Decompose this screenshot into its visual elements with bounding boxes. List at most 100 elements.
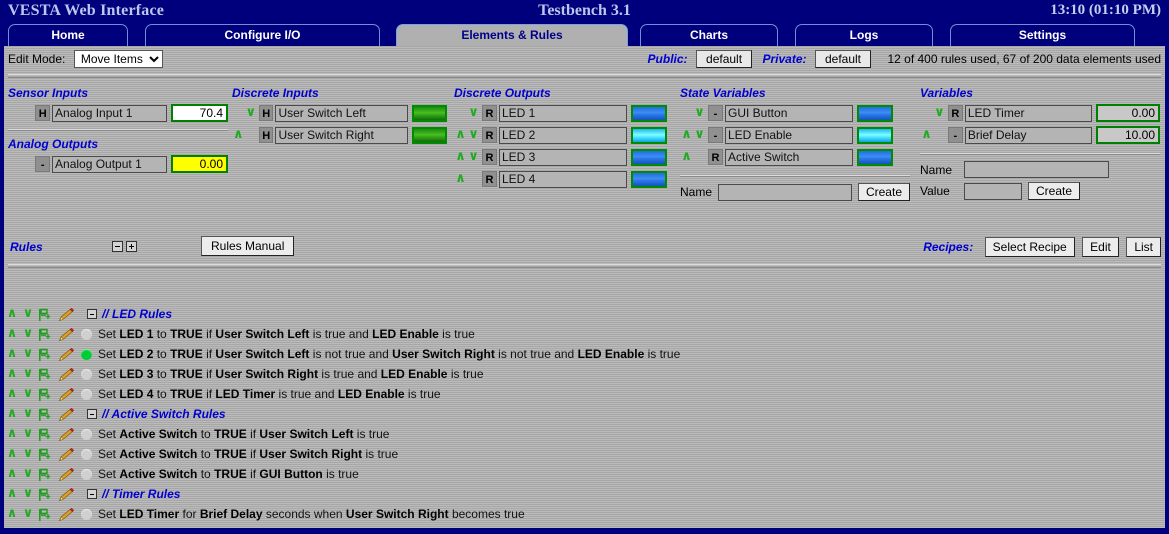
public-profile-button[interactable]: default [696,50,753,68]
move-down-icon[interactable]: ∨ [244,104,256,122]
insert-rule-icon[interactable] [36,366,53,382]
rule-move-up-icon[interactable]: ∧ [4,426,20,442]
element-flag-button[interactable]: - [708,105,723,121]
expand-all-icon[interactable] [126,241,137,252]
insert-rule-icon[interactable] [36,346,53,362]
tab-settings[interactable]: Settings [950,24,1135,46]
tab-elements-rules[interactable]: Elements & Rules [396,24,628,46]
element-value-input[interactable]: 0.00 [171,155,228,173]
insert-rule-icon[interactable] [36,406,53,422]
move-down-icon[interactable]: ∨ [467,148,480,166]
move-up-icon[interactable]: ∧ [454,126,467,144]
rule-status-dot[interactable] [81,448,92,460]
move-down-icon[interactable]: ∨ [933,104,946,122]
element-name-input[interactable]: LED 1 [499,104,627,122]
rule-move-up-icon[interactable]: ∧ [4,366,20,382]
private-profile-button[interactable]: default [814,50,872,68]
element-flag-button[interactable]: - [947,127,963,143]
status-indicator-led[interactable] [631,148,667,166]
element-value-input[interactable]: 70.4 [171,104,228,122]
edit-rule-pencil-icon[interactable] [53,486,79,502]
move-up-icon[interactable]: ∧ [680,126,693,144]
move-up-icon[interactable]: ∧ [454,148,467,166]
rule-move-down-icon[interactable]: ∨ [20,346,36,362]
rule-status-dot[interactable] [81,328,92,340]
edit-rule-pencil-icon[interactable] [53,406,79,422]
element-name-input[interactable]: LED 3 [499,148,627,166]
insert-rule-icon[interactable] [36,506,53,522]
edit-rule-pencil-icon[interactable] [53,346,79,362]
edit-mode-select[interactable]: Move Items [73,50,163,68]
edit-recipe-button[interactable]: Edit [1082,237,1119,257]
edit-rule-pencil-icon[interactable] [53,466,79,482]
rule-move-down-icon[interactable]: ∨ [20,326,36,342]
insert-rule-icon[interactable] [36,386,53,402]
element-name-input[interactable]: User Switch Right [275,126,409,144]
list-recipe-button[interactable]: List [1126,237,1161,257]
tab-logs[interactable]: Logs [795,24,933,46]
edit-rule-pencil-icon[interactable] [53,506,79,522]
element-flag-button[interactable]: H [35,105,51,121]
rule-move-down-icon[interactable]: ∨ [20,386,36,402]
rule-move-up-icon[interactable]: ∧ [4,406,20,422]
status-indicator-led[interactable] [412,126,447,144]
edit-rule-pencil-icon[interactable] [53,526,79,528]
collapse-all-icon[interactable] [112,241,123,252]
move-up-icon[interactable]: ∧ [232,126,244,144]
element-name-input[interactable]: LED 2 [499,126,627,144]
insert-rule-icon[interactable] [36,326,53,342]
rule-move-up-icon[interactable]: ∧ [4,446,20,462]
rule-move-down-icon[interactable]: ∨ [20,366,36,382]
insert-rule-icon[interactable] [36,426,53,442]
element-name-input[interactable]: Analog Input 1 [52,104,168,122]
move-down-icon[interactable]: ∨ [693,104,706,122]
rule-move-up-icon[interactable]: ∧ [4,306,20,322]
element-flag-button[interactable]: R [482,149,497,165]
rule-move-down-icon[interactable]: ∨ [20,506,36,522]
variable-create-button[interactable]: Create [1028,182,1081,200]
move-up-icon[interactable]: ∧ [680,148,693,166]
rule-status-dot[interactable] [81,368,92,380]
insert-rule-icon[interactable] [36,306,53,322]
status-indicator-led[interactable] [631,104,667,122]
element-name-input[interactable]: LED 4 [499,170,627,188]
edit-rule-pencil-icon[interactable] [53,366,79,382]
rule-move-up-icon[interactable]: ∧ [4,386,20,402]
variable-value-input[interactable] [964,182,1022,200]
element-value-input[interactable]: 10.00 [1096,126,1160,144]
rule-move-down-icon[interactable]: ∨ [20,486,36,502]
move-down-icon[interactable]: ∨ [693,126,706,144]
rule-status-dot[interactable] [81,388,92,400]
move-up-icon[interactable]: ∧ [454,170,467,188]
status-indicator-led[interactable] [631,126,667,144]
element-flag-button[interactable]: R [482,127,497,143]
rule-move-up-icon[interactable]: ∧ [4,466,20,482]
rule-move-up-icon[interactable]: ∧ [4,486,20,502]
element-flag-button[interactable]: H [258,105,274,121]
insert-rule-icon[interactable] [36,526,53,528]
move-down-icon[interactable]: ∨ [467,104,480,122]
status-indicator-led[interactable] [857,148,893,166]
collapse-section-icon[interactable] [87,409,97,419]
tab-charts[interactable]: Charts [640,24,778,46]
status-indicator-led[interactable] [857,126,893,144]
rule-move-up-icon[interactable]: ∧ [4,326,20,342]
element-flag-button[interactable]: R [708,149,723,165]
state-var-create-button[interactable]: Create [857,183,910,201]
edit-rule-pencil-icon[interactable] [53,426,79,442]
edit-rule-pencil-icon[interactable] [53,306,79,322]
rule-status-dot[interactable] [81,428,92,440]
rule-move-up-icon[interactable]: ∧ [4,506,20,522]
rule-move-down-icon[interactable]: ∨ [20,526,36,528]
status-indicator-led[interactable] [857,104,893,122]
element-flag-button[interactable]: R [482,105,497,121]
element-flag-button[interactable]: - [708,127,723,143]
rule-move-up-icon[interactable]: ∧ [4,526,20,528]
element-name-input[interactable]: GUI Button [725,104,853,122]
select-recipe-button[interactable]: Select Recipe [984,237,1075,257]
rule-status-dot[interactable] [81,348,92,360]
variable-name-input[interactable] [964,161,1109,178]
element-name-input[interactable]: Brief Delay [964,126,1093,144]
edit-rule-pencil-icon[interactable] [53,326,79,342]
element-name-input[interactable]: Active Switch [725,148,853,166]
